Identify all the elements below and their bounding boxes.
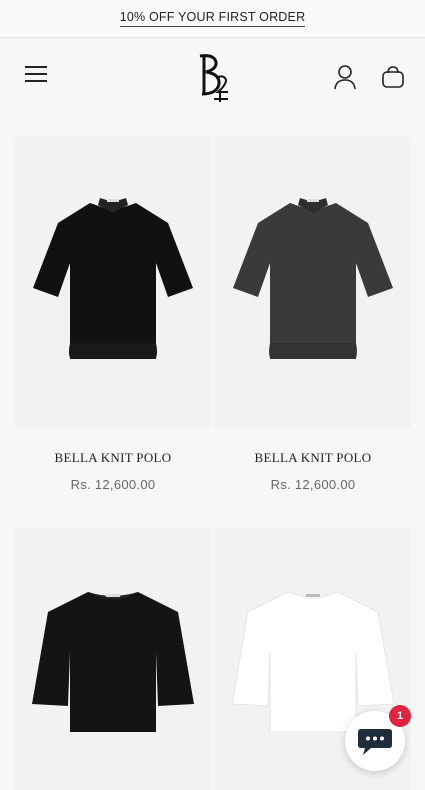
polo-shirt-image xyxy=(33,197,193,359)
product-title[interactable]: BELLA KNIT POLO xyxy=(215,450,411,466)
product-price: Rs. 12,600.00 xyxy=(70,477,156,492)
product-image[interactable] xyxy=(15,527,211,790)
polo-shirt-image xyxy=(233,197,393,359)
user-icon[interactable] xyxy=(333,64,357,90)
site-header xyxy=(0,38,425,120)
menu-button[interactable] xyxy=(25,66,47,82)
product-image[interactable] xyxy=(15,137,211,428)
announcement-bar: 10% OFF YOUR FIRST ORDER xyxy=(0,0,425,38)
logo-icon[interactable] xyxy=(194,52,234,104)
bag-icon[interactable] xyxy=(381,65,405,89)
product-card[interactable]: BELLA KNIT POLO Rs. 12,600.00 xyxy=(15,137,211,492)
product-card[interactable] xyxy=(15,527,211,790)
tshirt-image xyxy=(32,592,194,732)
product-price: Rs. 12,600.00 xyxy=(270,477,356,492)
first-order-offer-link[interactable]: 10% OFF YOUR FIRST ORDER xyxy=(119,10,306,27)
chat-icon xyxy=(358,729,392,755)
product-card[interactable]: BELLA KNIT POLO Rs. 12,600.00 xyxy=(215,137,411,492)
product-title[interactable]: BELLA KNIT POLO xyxy=(15,450,211,466)
product-image[interactable] xyxy=(215,137,411,428)
hamburger-icon xyxy=(25,66,47,68)
chat-unread-badge: 1 xyxy=(389,705,411,727)
